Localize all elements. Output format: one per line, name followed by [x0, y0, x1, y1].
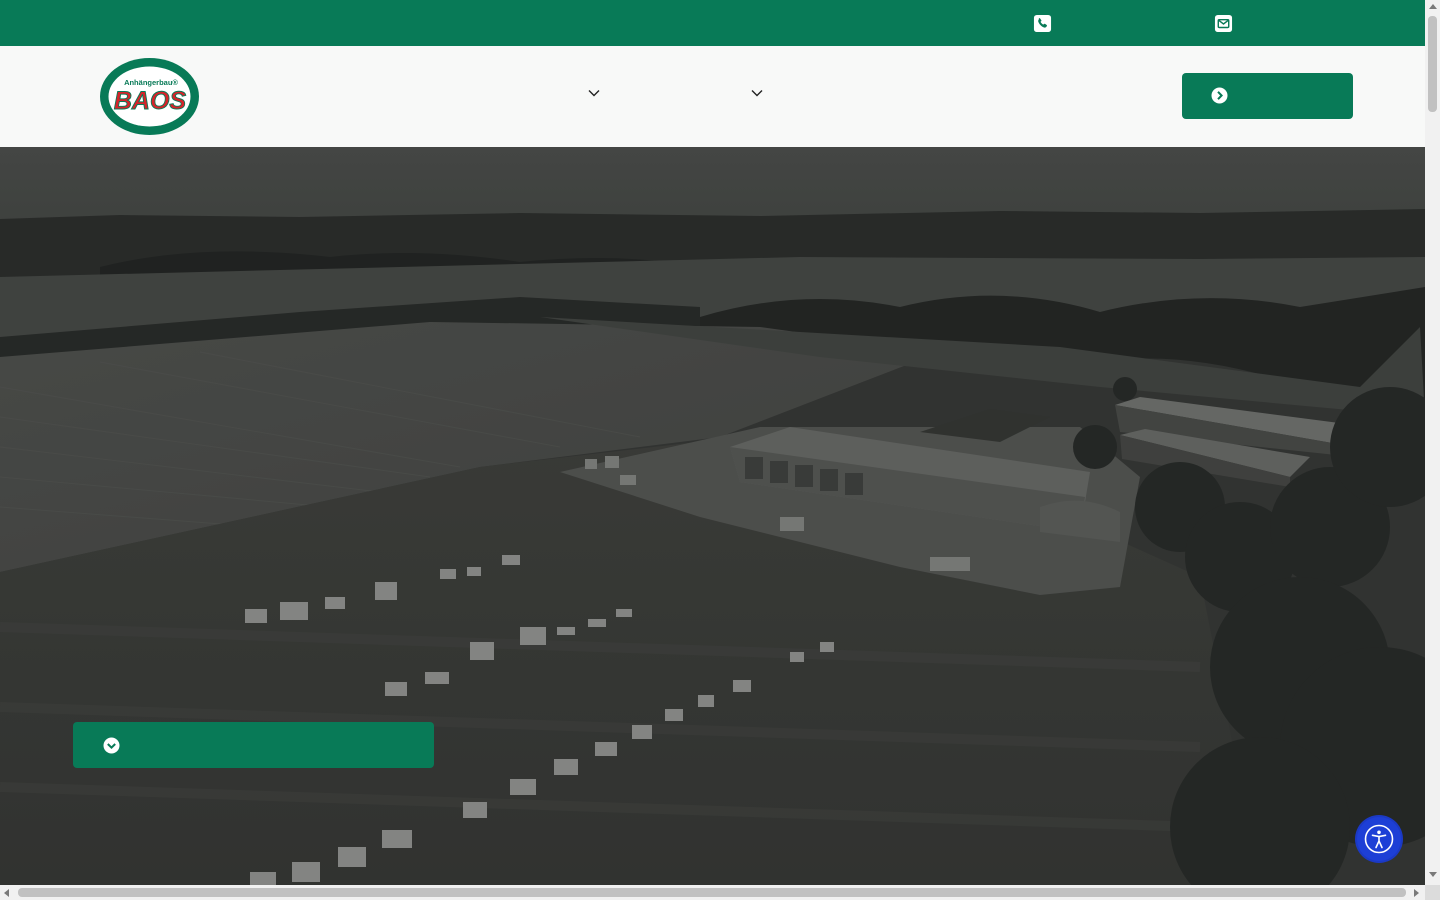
scroll-left-arrow-icon[interactable]	[4, 889, 9, 897]
scroll-right-arrow-icon[interactable]	[1414, 889, 1419, 897]
chevron-down-icon[interactable]	[587, 86, 601, 100]
page-viewport: Anhängerbau® BAOS	[0, 0, 1425, 885]
circle-chevron-down-icon	[103, 737, 120, 754]
scroll-up-arrow-icon[interactable]	[1429, 4, 1437, 9]
vertical-scrollbar[interactable]	[1425, 0, 1440, 885]
chevron-down-icon[interactable]	[750, 86, 764, 100]
logo-big-text: BAOS	[114, 87, 187, 115]
baos-logo[interactable]: Anhängerbau® BAOS	[99, 57, 200, 136]
header-cta-button[interactable]	[1182, 73, 1353, 119]
top-contact-bar	[0, 0, 1425, 46]
scrollbar-corner	[1425, 885, 1440, 900]
vertical-scroll-thumb[interactable]	[1428, 16, 1437, 112]
circle-chevron-right-icon	[1211, 87, 1228, 104]
hero-section	[0, 147, 1425, 885]
site-header: Anhängerbau® BAOS	[0, 46, 1425, 147]
phone-icon[interactable]	[1031, 12, 1053, 34]
envelope-icon[interactable]	[1212, 12, 1234, 34]
accessibility-person-icon	[1364, 824, 1394, 854]
horizontal-scroll-thumb[interactable]	[18, 888, 1406, 897]
accessibility-button[interactable]	[1357, 817, 1401, 861]
logo-small-text: Anhängerbau®	[124, 78, 178, 87]
hero-aerial-photo	[0, 147, 1425, 885]
hero-cta-button[interactable]	[73, 722, 434, 768]
horizontal-scrollbar[interactable]	[0, 885, 1425, 900]
scroll-down-arrow-icon[interactable]	[1429, 872, 1437, 877]
